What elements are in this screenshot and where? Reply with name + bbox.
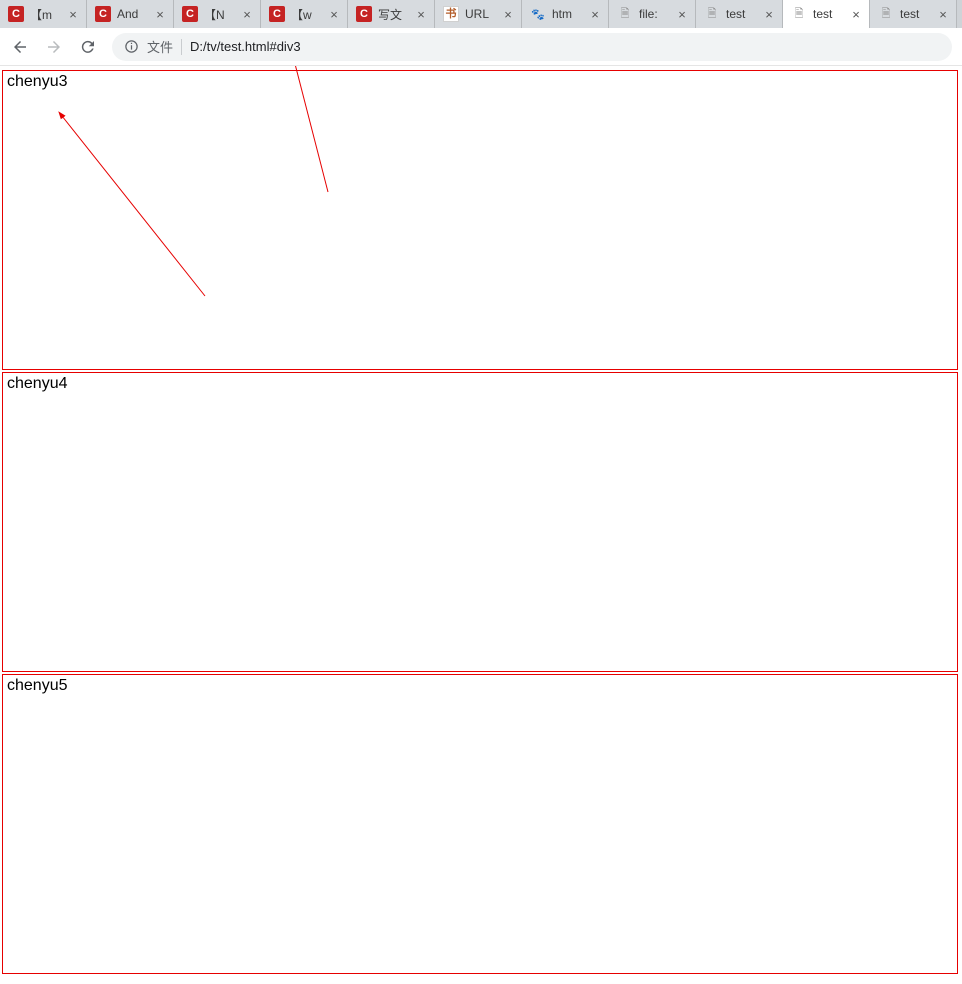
content-block-chenyu4: chenyu4 [2,372,958,672]
tab-title: 【w [291,6,321,23]
tab-title: 【m [30,6,60,23]
url-text: D:/tv/test.html#div3 [190,39,301,54]
tab-title: 写文 [378,6,408,23]
arrow-left-icon [11,38,29,56]
omnibox-divider [181,39,182,55]
tab-2[interactable]: C 【N × [174,0,261,28]
reload-icon [79,38,97,56]
tab-strip: C 【m × C And × C 【N × C 【w × C 写文 × 书 URL × 🐾 htm × 🗎 file: × 🗎 t… [0,0,962,28]
file-label: 文件 [147,37,173,56]
fav-jian-icon: 书 [443,6,459,22]
close-icon[interactable]: × [153,7,167,22]
page-viewport: chenyu3 chenyu4 chenyu5 [0,66,962,984]
arrow-right-icon [45,38,63,56]
tab-9[interactable]: 🗎 test × [783,0,870,28]
close-icon[interactable]: × [327,7,341,22]
tab-10[interactable]: 🗎 test × [870,0,957,28]
fav-page-icon: 🗎 [791,6,807,22]
close-icon[interactable]: × [501,7,515,22]
close-icon[interactable]: × [675,7,689,22]
close-icon[interactable]: × [240,7,254,22]
fav-page-icon: 🗎 [617,6,633,22]
close-icon[interactable]: × [849,7,863,22]
toolbar: 文件 D:/tv/test.html#div3 [0,28,962,66]
fav-c-icon: C [8,6,24,22]
tab-title: htm [552,7,582,21]
tab-title: file: [639,7,669,21]
block-label: chenyu3 [7,73,68,90]
forward-button[interactable] [44,37,64,57]
tab-title: test [726,7,756,21]
tab-0[interactable]: C 【m × [0,0,87,28]
address-bar[interactable]: 文件 D:/tv/test.html#div3 [112,33,952,61]
fav-c-icon: C [95,6,111,22]
block-label: chenyu4 [7,375,68,392]
reload-button[interactable] [78,37,98,57]
back-button[interactable] [10,37,30,57]
info-icon [124,39,139,54]
tab-title: test [813,7,843,21]
fav-c-icon: C [182,6,198,22]
tab-8[interactable]: 🗎 test × [696,0,783,28]
close-icon[interactable]: × [588,7,602,22]
close-icon[interactable]: × [66,7,80,22]
fav-c-icon: C [356,6,372,22]
fav-paw-icon: 🐾 [530,6,546,22]
tab-5[interactable]: 书 URL × [435,0,522,28]
tab-title: 【N [204,6,234,23]
content-block-chenyu5: chenyu5 [2,674,958,974]
block-label: chenyu5 [7,677,68,694]
fav-page-icon: 🗎 [704,6,720,22]
tab-3[interactable]: C 【w × [261,0,348,28]
content-block-chenyu3: chenyu3 [2,70,958,370]
close-icon[interactable]: × [762,7,776,22]
tab-4[interactable]: C 写文 × [348,0,435,28]
fav-c-icon: C [269,6,285,22]
tab-title: test [900,7,930,21]
tab-title: URL [465,7,495,21]
tab-7[interactable]: 🗎 file: × [609,0,696,28]
tab-1[interactable]: C And × [87,0,174,28]
tab-title: And [117,7,147,21]
fav-page-icon: 🗎 [878,6,894,22]
close-icon[interactable]: × [936,7,950,22]
tab-6[interactable]: 🐾 htm × [522,0,609,28]
close-icon[interactable]: × [414,7,428,22]
